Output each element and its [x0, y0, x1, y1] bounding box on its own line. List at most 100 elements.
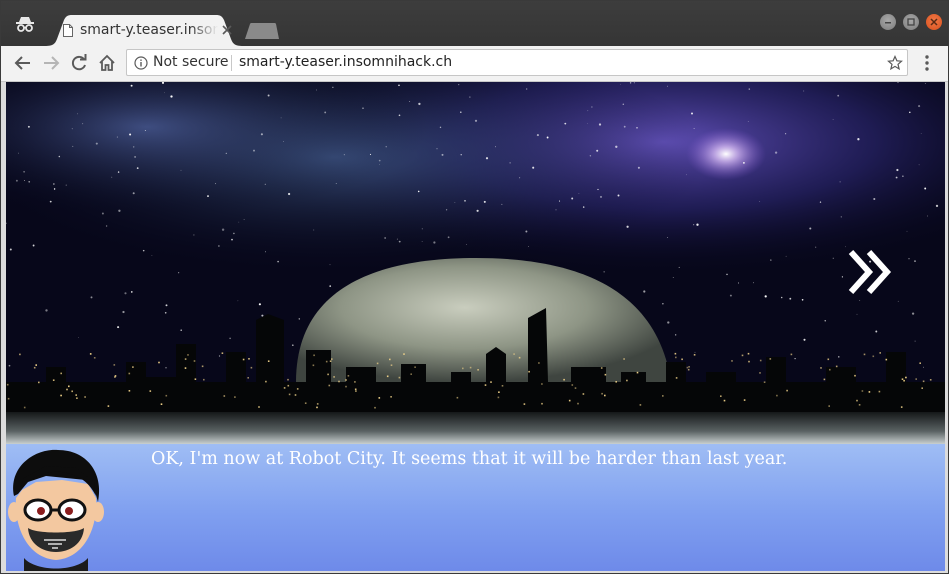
star-dot — [667, 85, 669, 87]
star-dot — [729, 294, 732, 297]
star-dot — [840, 216, 842, 218]
back-arrow-icon[interactable] — [13, 53, 33, 73]
star-dot — [626, 225, 629, 228]
lit-window — [829, 368, 831, 371]
star-dot — [526, 88, 528, 90]
star-dot — [693, 224, 695, 226]
star-dot — [873, 197, 876, 201]
browser-toolbar: Not secure smart-y.teaser.insomnihack.ch — [1, 46, 948, 82]
lit-window — [674, 352, 677, 355]
star-dot — [662, 303, 664, 305]
star-dot — [9, 248, 12, 251]
forward-arrow-icon[interactable] — [41, 53, 61, 73]
star-icon[interactable] — [887, 55, 903, 71]
reload-icon[interactable] — [69, 53, 89, 73]
star-dot — [229, 337, 231, 340]
star-dot — [8, 364, 11, 367]
star-dot — [603, 271, 605, 273]
lit-window — [861, 390, 864, 392]
url-text[interactable]: smart-y.teaser.insomnihack.ch — [239, 54, 452, 70]
star-dot — [636, 127, 638, 129]
star-dot — [243, 219, 245, 220]
lit-window — [626, 379, 628, 382]
lit-window — [328, 384, 331, 387]
home-icon[interactable] — [97, 53, 117, 73]
maximize-button[interactable] — [903, 14, 919, 30]
lit-window — [187, 354, 189, 356]
lit-window — [601, 392, 603, 395]
star-dot — [49, 200, 52, 203]
star-dot — [753, 282, 754, 284]
info-icon[interactable] — [134, 56, 148, 70]
star-dot — [238, 221, 240, 223]
star-dot — [620, 83, 621, 85]
star-dot — [485, 157, 489, 160]
lit-window — [128, 390, 131, 392]
star-dot — [474, 119, 478, 122]
star-dot — [784, 133, 787, 135]
star-dot — [839, 181, 841, 183]
lit-window — [38, 381, 40, 384]
city-scene-image — [6, 82, 945, 444]
star-dot — [313, 229, 315, 231]
security-label[interactable]: Not secure — [153, 54, 229, 70]
star-dot — [571, 197, 574, 200]
star-dot — [902, 175, 904, 177]
star-dot — [95, 142, 98, 145]
double-chevron-right-icon[interactable] — [847, 248, 895, 296]
star-dot — [218, 355, 221, 357]
star-dot — [221, 228, 225, 231]
lit-window — [921, 387, 923, 389]
lit-window — [390, 396, 392, 398]
address-bar[interactable]: Not secure smart-y.teaser.insomnihack.ch — [126, 49, 908, 76]
lit-window — [7, 397, 10, 400]
star-dot — [837, 94, 840, 97]
close-window-button[interactable] — [926, 14, 942, 30]
star-dot — [832, 257, 834, 259]
star-dot — [918, 105, 921, 108]
lit-window — [786, 389, 788, 392]
star-dot — [774, 151, 778, 154]
lit-window — [33, 366, 36, 369]
star-dot — [71, 128, 73, 130]
new-tab-button[interactable] — [245, 23, 279, 39]
star-dot — [384, 237, 386, 239]
tab-active[interactable]: smart-y.teaser.insomnihack.ch — [45, 15, 243, 46]
star-dot — [582, 206, 585, 208]
star-dot — [165, 367, 167, 369]
lit-window — [374, 406, 376, 409]
dialog-box[interactable]: OK, I'm now at Robot City. It seems that… — [6, 444, 945, 571]
minimize-button[interactable] — [880, 14, 896, 30]
lit-window — [414, 366, 416, 368]
star-dot — [696, 223, 699, 226]
lit-window — [686, 366, 689, 369]
lit-window — [345, 379, 347, 381]
star-dot — [237, 300, 239, 302]
lit-window — [823, 378, 826, 381]
lit-window — [184, 367, 187, 369]
star-dot — [193, 234, 195, 236]
star-dot — [587, 122, 589, 124]
lit-window — [114, 376, 116, 378]
star-dot — [142, 249, 145, 252]
star-dot — [439, 126, 442, 129]
lit-window — [283, 387, 286, 389]
lit-window — [193, 360, 196, 362]
lit-window — [355, 390, 357, 392]
lit-window — [541, 383, 543, 385]
vertical-dots-icon[interactable] — [919, 54, 935, 72]
dialog-text: OK, I'm now at Robot City. It seems that… — [151, 449, 788, 469]
star-dot — [629, 82, 632, 84]
maximize-icon — [907, 18, 915, 26]
star-dot — [908, 258, 910, 260]
lit-window — [720, 395, 722, 397]
lit-window — [389, 358, 391, 361]
lit-window — [410, 373, 412, 375]
lit-window — [490, 381, 492, 383]
star-dot — [132, 192, 135, 195]
star-dot — [922, 366, 925, 368]
star-dot — [409, 101, 411, 102]
close-icon[interactable] — [221, 24, 233, 36]
star-dot — [215, 183, 217, 185]
lit-window — [66, 388, 68, 391]
